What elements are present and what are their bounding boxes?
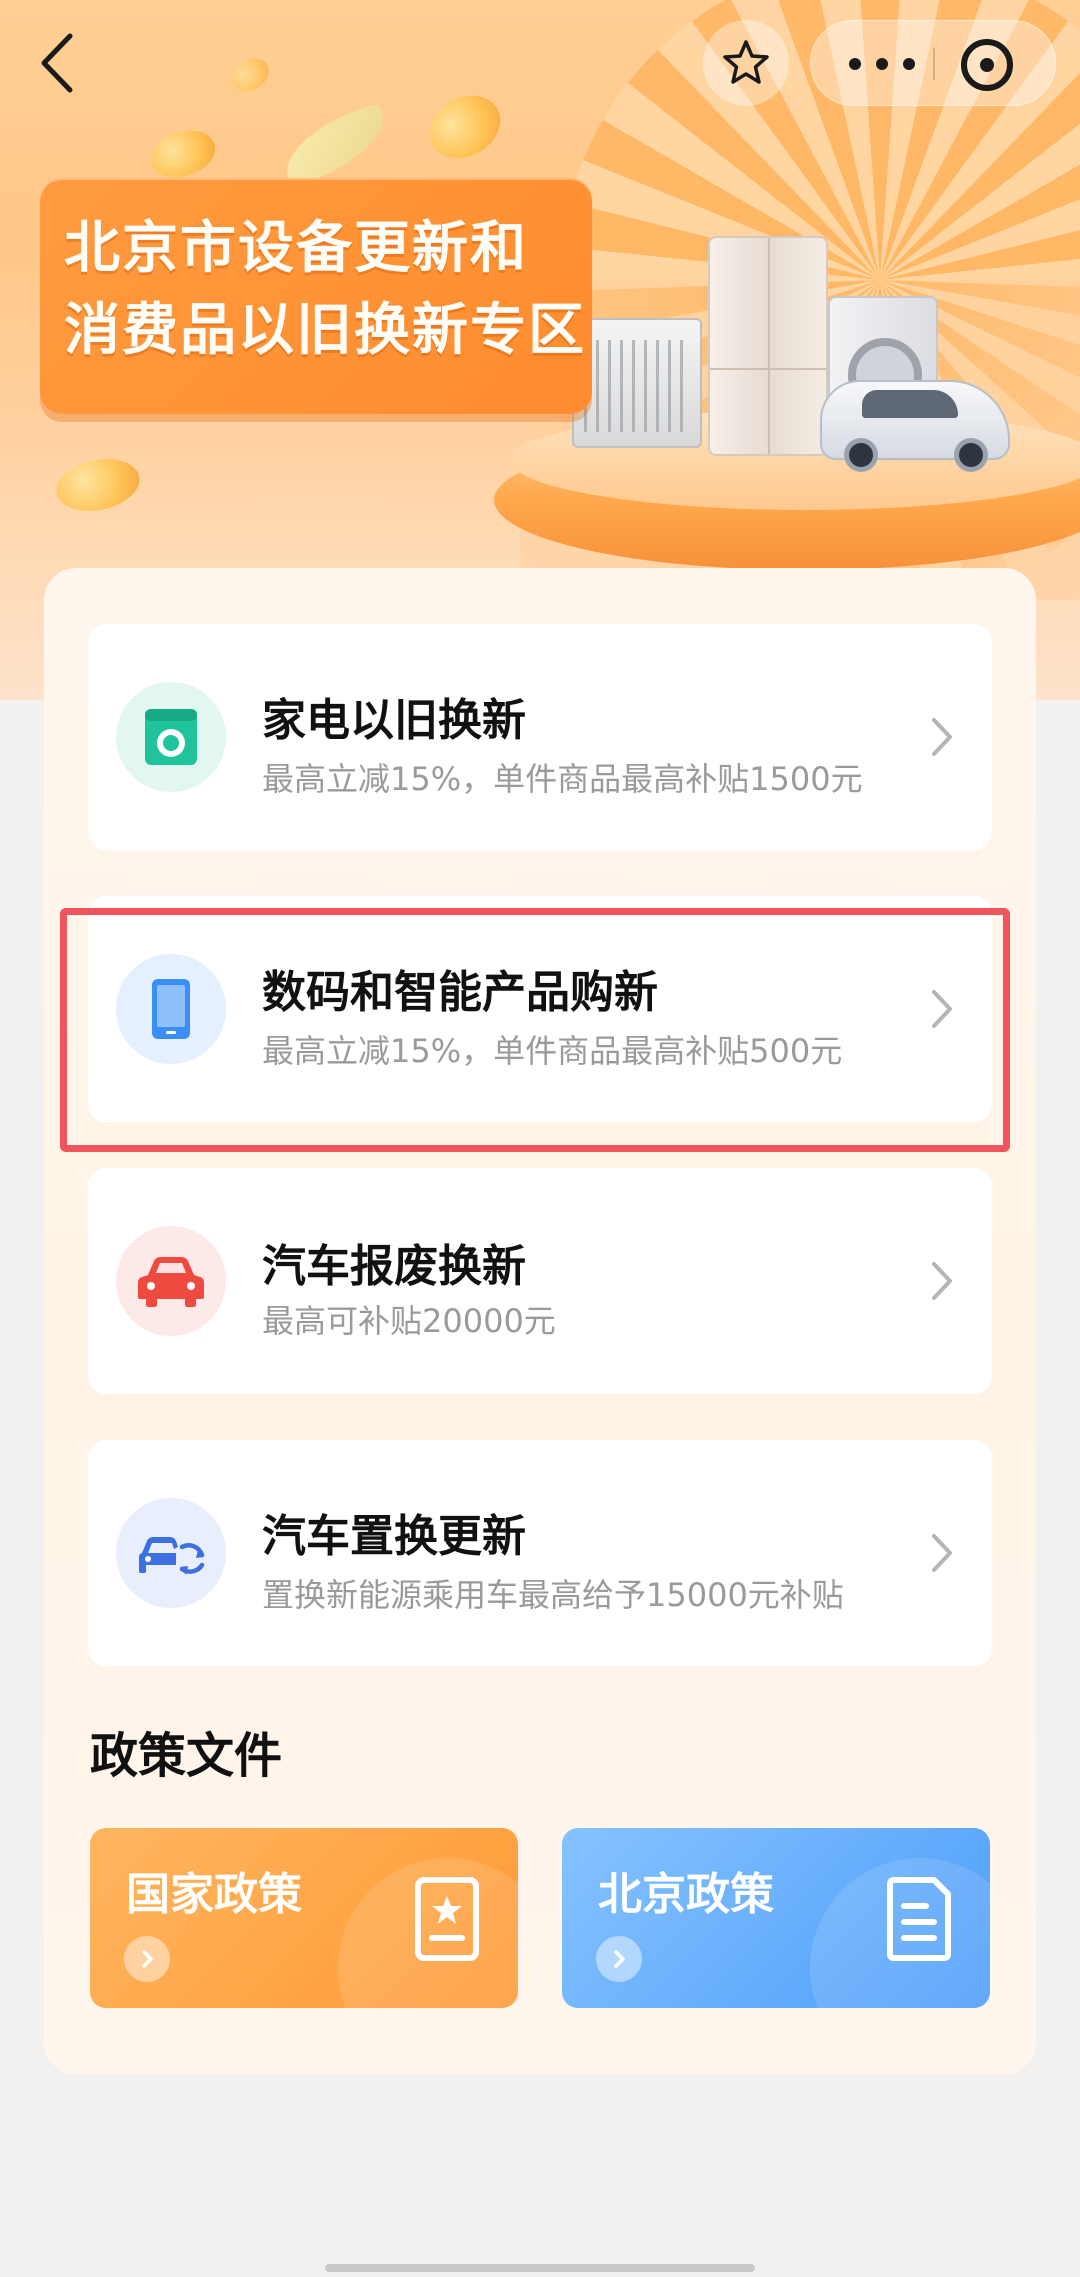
program-title: 汽车报废换新 [262,1241,526,1292]
beijing-policy-button[interactable]: 北京政策 [562,1828,990,2008]
program-title: 家电以旧换新 [262,695,526,746]
refrigerator-illustration [708,236,828,456]
car-swap-icon [116,1498,226,1608]
program-subtitle: 置换新能源乘用车最高给予15000元补贴 [262,1576,844,1614]
banner-title-box: 北京市设备更新和 消费品以旧换新专区 [40,178,592,414]
program-row-appliance[interactable]: 家电以旧换新 最高立减15%，单件商品最高补贴1500元 [88,624,992,850]
chevron-left-icon [41,33,73,93]
coin-decoration [144,122,222,186]
car-illustration [820,380,1010,472]
chevron-right-icon [932,1534,952,1572]
home-indicator[interactable] [325,2264,755,2272]
chevron-right-icon [932,718,952,756]
chevron-right-icon [932,1262,952,1300]
national-policy-label: 国家政策 [126,1869,302,1920]
program-subtitle: 最高可补贴20000元 [262,1302,556,1340]
banner-title-line2: 消费品以旧换新专区 [64,298,586,363]
program-row-car-replace[interactable]: 汽车置换更新 置换新能源乘用车最高给予15000元补贴 [88,1440,992,1666]
miniprogram-capsule [810,20,1056,106]
policy-section-title: 政策文件 [90,1728,283,1784]
beijing-policy-label: 北京政策 [598,1869,774,1920]
coin-decoration [418,83,512,171]
more-dots-icon[interactable] [849,47,915,81]
favorite-button[interactable] [703,20,789,106]
star-outline-icon [723,40,769,84]
program-title: 汽车置换更新 [262,1511,526,1562]
leaf-decoration [274,102,396,188]
national-policy-button[interactable]: 国家政策 [90,1828,518,2008]
back-button[interactable] [30,28,90,98]
car-icon [116,1226,226,1336]
target-close-icon[interactable] [961,39,1013,91]
coin-decoration [51,451,145,519]
banner-title-line1: 北京市设备更新和 [64,216,528,281]
washing-machine-icon [116,682,226,792]
arrow-right-circle-icon [596,1936,642,1982]
selection-highlight-frame [60,908,1010,1152]
certificate-star-icon [415,1877,479,1961]
program-row-car-scrap[interactable]: 汽车报废换新 最高可补贴20000元 [88,1168,992,1394]
document-lines-icon [887,1877,951,1961]
coin-decoration [225,52,275,98]
program-subtitle: 最高立减15%，单件商品最高补贴1500元 [262,760,863,798]
arrow-right-circle-icon [124,1936,170,1982]
